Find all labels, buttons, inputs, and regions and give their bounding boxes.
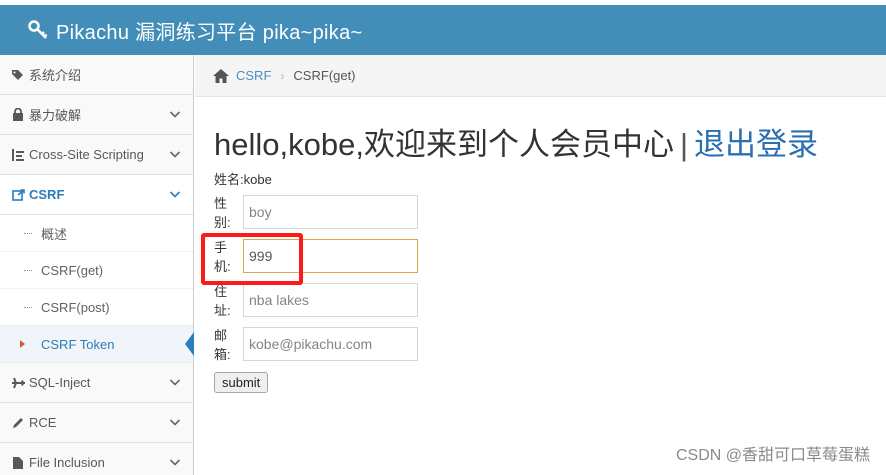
logout-link[interactable]: 退出登录 xyxy=(694,127,818,162)
chevron-down-icon xyxy=(169,151,181,158)
sidebar-item-label: Cross-Site Scripting xyxy=(29,147,144,162)
title-separator: | xyxy=(679,127,689,162)
chevron-down-icon xyxy=(169,191,181,198)
sidebar-item-label: 系统介绍 xyxy=(29,68,82,83)
submenu-item-overview[interactable]: 概述 xyxy=(0,215,193,252)
sidebar-item-sqli[interactable]: SQL-Inject xyxy=(0,363,193,403)
submenu-item-label: CSRF(get) xyxy=(41,262,104,278)
submenu-item-label: 概述 xyxy=(41,226,68,242)
submenu-item-csrf-post[interactable]: CSRF(post) xyxy=(0,289,193,326)
home-icon[interactable] xyxy=(213,68,229,83)
key-icon xyxy=(28,20,48,39)
phone-row: 手机: 999 xyxy=(214,234,886,278)
submenu-item-label: CSRF Token xyxy=(41,336,115,352)
breadcrumb-current: CSRF(get) xyxy=(293,68,356,83)
share-icon xyxy=(11,188,25,202)
file-icon xyxy=(11,456,25,470)
gender-label: 性别: xyxy=(214,196,231,230)
sidebar-item-label: CSRF xyxy=(29,187,65,202)
submenu-item-csrf-token[interactable]: CSRF Token xyxy=(0,326,194,363)
app-title[interactable]: Pikachu 漏洞练习平台 pika~pika~ xyxy=(56,16,363,45)
sidebar-item-intro[interactable]: 系统介绍 xyxy=(0,55,193,95)
email-input[interactable]: kobe@pikachu.com xyxy=(243,327,418,361)
sidebar-item-label: RCE xyxy=(29,415,57,430)
sidebar-item-file-inclusion[interactable]: File Inclusion xyxy=(0,443,193,475)
plane-icon xyxy=(11,376,25,390)
breadcrumb-link[interactable]: CSRF xyxy=(236,68,271,83)
sidebar-item-bruteforce[interactable]: 暴力破解 xyxy=(0,95,193,135)
list-icon xyxy=(11,148,25,162)
top-navbar: Pikachu 漏洞练习平台 pika~pika~ xyxy=(0,5,886,55)
chevron-down-icon xyxy=(169,379,181,386)
email-row: 邮箱: kobe@pikachu.com xyxy=(214,322,886,366)
watermark: CSDN @香甜可口草莓蛋糕 xyxy=(675,447,870,464)
chevron-down-icon xyxy=(169,111,181,118)
email-label: 邮箱: xyxy=(214,328,231,362)
breadcrumb-separator: › xyxy=(280,68,285,83)
lock-icon xyxy=(11,108,25,122)
sidebar-item-label: SQL-Inject xyxy=(29,375,91,390)
address-input[interactable]: nba lakes xyxy=(243,283,418,317)
welcome-text: hello,kobe,欢迎来到个人会员中心 xyxy=(214,127,674,162)
sidebar-item-rce[interactable]: RCE xyxy=(0,403,193,443)
chevron-down-icon xyxy=(169,459,181,466)
submenu-item-label: CSRF(post) xyxy=(41,299,110,315)
gender-input[interactable]: boy xyxy=(243,195,418,229)
pencil-icon xyxy=(11,416,25,430)
page-title: hello,kobe,欢迎来到个人会员中心 | 退出登录 xyxy=(214,120,886,170)
csrf-submenu: 概述 CSRF(get) CSRF(post) CSRF Token xyxy=(0,215,194,363)
chevron-down-icon xyxy=(169,419,181,426)
sidebar: 系统介绍 暴力破解 Cross-Site Scripting CSRF 概述 C… xyxy=(0,55,194,475)
sidebar-item-label: 暴力破解 xyxy=(29,108,82,123)
sidebar-item-csrf[interactable]: CSRF xyxy=(0,175,193,215)
submenu-item-csrf-get[interactable]: CSRF(get) xyxy=(0,252,193,289)
name-label: 姓名:kobe xyxy=(214,172,272,187)
address-label: 住址: xyxy=(214,284,231,318)
annotation-highlight-box xyxy=(201,233,303,285)
sidebar-item-xss[interactable]: Cross-Site Scripting xyxy=(0,135,193,175)
submit-button[interactable]: submit xyxy=(214,372,269,393)
tags-icon xyxy=(11,68,25,82)
address-row: 住址: nba lakes xyxy=(214,278,886,322)
gender-row: 性别: boy xyxy=(214,190,886,234)
sidebar-item-label: File Inclusion xyxy=(29,455,105,470)
main-content: hello,kobe,欢迎来到个人会员中心 | 退出登录 姓名:kobe 性别: b… xyxy=(214,120,886,393)
breadcrumb: CSRF › CSRF(get) xyxy=(195,55,886,97)
